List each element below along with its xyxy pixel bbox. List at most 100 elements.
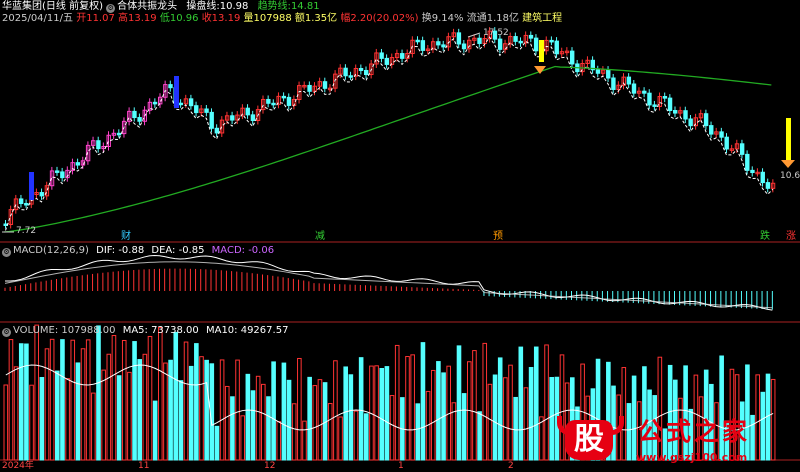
volume-bar xyxy=(549,377,555,461)
volume-bar xyxy=(65,378,70,461)
candle-body xyxy=(168,84,173,89)
volume-bar xyxy=(410,354,415,461)
candle-body xyxy=(415,39,420,43)
candle-body xyxy=(286,96,292,106)
volume-bar xyxy=(456,345,462,461)
volume-bar xyxy=(111,335,117,461)
candle-body xyxy=(513,36,518,42)
signal-die[interactable]: 跌 xyxy=(760,231,770,243)
candle-body xyxy=(178,102,184,106)
candle-body xyxy=(137,117,142,122)
candle-body xyxy=(214,127,220,134)
volume-ma10: MA10: 49267.57 xyxy=(205,325,289,336)
signal-yu[interactable]: 预 xyxy=(493,231,503,243)
volume-bar xyxy=(194,343,199,461)
candle-body xyxy=(477,37,482,44)
volume-bar xyxy=(461,393,467,461)
volume-bar xyxy=(85,339,91,461)
candle-body xyxy=(570,50,575,65)
candle-body xyxy=(528,34,534,39)
volume-bar xyxy=(230,396,235,461)
macd-dea-line xyxy=(4,261,773,309)
candle-body xyxy=(322,81,328,89)
volume-bar xyxy=(492,374,498,461)
signal-cai[interactable]: 财 xyxy=(121,231,131,243)
volume-title[interactable]: VOLUME: 107988.00 xyxy=(13,325,116,336)
volume-bar xyxy=(127,371,132,461)
volume-bar xyxy=(760,391,766,461)
candle-body xyxy=(266,98,271,104)
volume-bar xyxy=(240,415,245,461)
volume-bar xyxy=(291,403,297,461)
volume-bar xyxy=(770,378,776,461)
volume-bar xyxy=(224,385,230,461)
volume-bar xyxy=(13,366,19,461)
settings-icon[interactable]: ⚙ xyxy=(2,328,11,337)
volume-bar xyxy=(317,379,323,461)
volume-bar xyxy=(394,344,400,461)
volume-bar xyxy=(271,361,276,461)
volume-bar xyxy=(518,346,524,461)
candle-body xyxy=(765,182,771,189)
volume-bar xyxy=(266,396,271,461)
candle-body xyxy=(116,132,122,136)
candle-body xyxy=(436,41,441,46)
candle-body xyxy=(456,32,462,45)
volume-bar xyxy=(60,339,65,461)
settings-icon[interactable]: ⚙ xyxy=(2,248,11,257)
candle-body xyxy=(611,77,616,90)
volume-bar xyxy=(477,411,482,461)
candle-body xyxy=(271,102,276,106)
candle-body xyxy=(348,75,353,78)
volume-bar xyxy=(487,383,493,461)
candle-body xyxy=(281,95,287,99)
volume-bar xyxy=(96,325,101,461)
volume-bar xyxy=(472,350,477,461)
volume-bar xyxy=(101,369,106,461)
volume-bar xyxy=(106,353,112,461)
candle-body xyxy=(307,84,312,92)
candle-body xyxy=(606,69,611,79)
watermark-url: www.gszj100.com xyxy=(636,451,748,464)
signal-bar xyxy=(539,40,544,62)
volume-bar xyxy=(420,342,426,461)
volume-bar xyxy=(389,395,395,461)
volume-bar xyxy=(482,342,488,461)
candle-body xyxy=(132,110,137,119)
candle-body xyxy=(719,131,724,138)
volume-bar xyxy=(142,353,148,461)
candle-body xyxy=(750,169,755,174)
volume-bar xyxy=(204,359,209,461)
candle-body xyxy=(745,153,750,171)
signal-jian[interactable]: 减 xyxy=(315,231,325,243)
volume-bar xyxy=(302,420,307,461)
volume-bar xyxy=(353,410,359,461)
candle-body xyxy=(24,203,29,206)
volume-bar xyxy=(168,359,173,461)
signal-zhang[interactable]: 涨 xyxy=(786,231,796,243)
kline-chart[interactable] xyxy=(0,0,800,472)
candle-body xyxy=(709,125,714,135)
candle-body xyxy=(209,111,214,129)
volume-bar xyxy=(235,359,240,461)
last-price-label: 10.6 xyxy=(780,171,800,181)
candle-body xyxy=(642,90,647,94)
volume-bar xyxy=(364,413,369,461)
volume-bar xyxy=(132,341,137,461)
candle-body xyxy=(379,52,384,59)
volume-bar xyxy=(214,425,220,461)
macd-title[interactable]: MACD(12,26,9) xyxy=(13,245,89,256)
volume-bar xyxy=(147,335,153,461)
volume-bar xyxy=(199,356,204,461)
volume-bar xyxy=(178,380,184,461)
volume-bar xyxy=(91,392,96,461)
macd-value: MACD: -0.06 xyxy=(211,245,275,256)
macd-header: ⚙ MACD(12,26,9) DIF: -0.88 DEA: -0.85 MAC… xyxy=(2,245,274,257)
volume-bar xyxy=(508,364,513,461)
volume-bar xyxy=(276,421,282,461)
trend-line xyxy=(3,65,772,233)
volume-bar xyxy=(307,376,312,461)
logo-char: 股 xyxy=(574,422,604,457)
volume-header: ⚙ VOLUME: 107988.00 MA5: 73738.00 MA10: 4… xyxy=(2,325,288,337)
x-axis-label-2: 2 xyxy=(508,461,514,471)
